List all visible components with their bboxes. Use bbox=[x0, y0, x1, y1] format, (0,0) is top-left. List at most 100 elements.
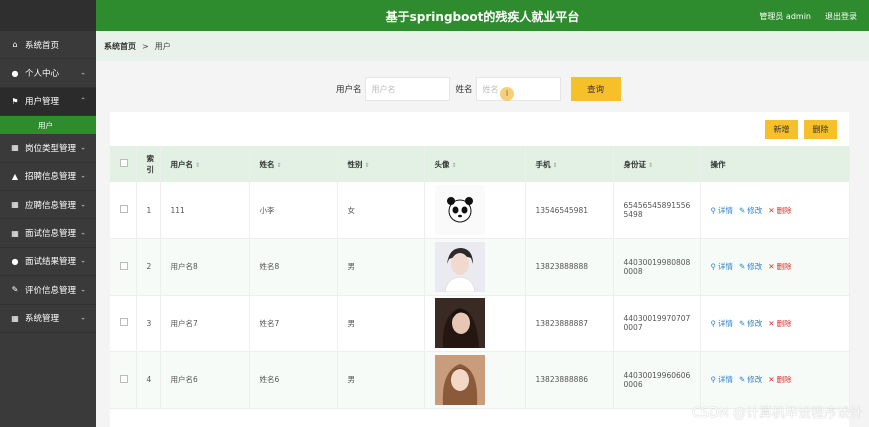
row-checkbox[interactable] bbox=[120, 261, 128, 270]
username-search-input[interactable] bbox=[364, 77, 450, 101]
grid-icon: ▦ bbox=[11, 313, 19, 323]
sidebar-item-applications[interactable]: ▦ 应聘信息管理 ⌄ bbox=[0, 191, 96, 220]
sidebar-item-label: 系统管理 bbox=[25, 314, 60, 325]
avatar-photo-icon bbox=[434, 241, 485, 292]
row-checkbox[interactable] bbox=[120, 374, 128, 383]
table-actions: 新增 删除 bbox=[765, 120, 837, 139]
column-header-idcard[interactable]: 身份证 ⇕ bbox=[613, 146, 701, 182]
cell-idcard: 440300199808080008 bbox=[613, 238, 701, 296]
close-icon: ✕ bbox=[768, 375, 775, 385]
detail-button[interactable]: ⚲ 详情 bbox=[711, 262, 734, 271]
sidebar: ⌂ 系统首页 ● 个人中心 ⌄ ⚑ 用户管理 ⌃ 用户 ▦ 岗位类型管理 ⌄ ▲ 招聘信息管理 ⌄… bbox=[0, 0, 96, 427]
sidebar-item-label: 评价信息管理 bbox=[25, 285, 77, 296]
grid-icon: ▦ bbox=[11, 200, 19, 210]
detail-button[interactable]: ⚲ 详情 bbox=[711, 319, 734, 328]
sidebar-subitem-users[interactable]: 用户 bbox=[0, 116, 96, 135]
sidebar-item-reviews[interactable]: ✎ 评价信息管理 ⌄ bbox=[0, 276, 96, 305]
cell-index: 2 bbox=[136, 238, 161, 296]
column-header-index: 索引 bbox=[136, 146, 161, 182]
search-button[interactable]: 查询 bbox=[570, 77, 621, 101]
cell-gender: 男 bbox=[337, 238, 425, 296]
cell-phone: 13823888888 bbox=[525, 238, 614, 296]
breadcrumb: 系统首页 > 用户 bbox=[96, 31, 869, 61]
home-icon: ⌂ bbox=[12, 40, 18, 50]
cell-index: 4 bbox=[136, 351, 161, 409]
sidebar-item-system[interactable]: ▦ 系统管理 ⌄ bbox=[0, 305, 96, 333]
breadcrumb-home[interactable]: 系统首页 bbox=[104, 41, 136, 52]
cell-gender: 男 bbox=[337, 351, 425, 409]
search-icon: ⚲ bbox=[710, 318, 717, 328]
user-table: 索引 用户名 ⇕ 姓名 ⇕ 性别 ⇕ 头像 ⇕ 手机 ⇕ 身份证 ⇕ 操作 1 111 小李… bbox=[110, 146, 850, 409]
table-row: 3 用户名7 姓名7 男 13823888887 440300199707070… bbox=[110, 295, 850, 352]
row-checkbox[interactable] bbox=[120, 318, 128, 327]
sort-icon[interactable]: ⇕ bbox=[452, 162, 457, 169]
delete-button[interactable]: ✕ 删除 bbox=[768, 319, 791, 328]
pencil-icon: ✎ bbox=[739, 375, 746, 385]
delete-button[interactable]: ✕ 删除 bbox=[768, 262, 791, 271]
table-header-row: 索引 用户名 ⇕ 姓名 ⇕ 性别 ⇕ 头像 ⇕ 手机 ⇕ 身份证 ⇕ 操作 bbox=[110, 146, 850, 182]
edit-button[interactable]: ✎ 修改 bbox=[739, 262, 762, 271]
sidebar-item-user-management[interactable]: ⚑ 用户管理 ⌃ bbox=[0, 87, 96, 117]
column-header-phone[interactable]: 手机 ⇕ bbox=[525, 146, 614, 182]
logout-link[interactable]: 退出登录 bbox=[825, 11, 857, 22]
avatar-photo-icon bbox=[434, 298, 485, 349]
sidebar-item-label: 系统首页 bbox=[25, 40, 60, 51]
column-header-name[interactable]: 姓名 ⇕ bbox=[249, 146, 338, 182]
user-icon: ● bbox=[11, 256, 19, 266]
cell-phone: 13823888886 bbox=[525, 351, 614, 409]
search-icon: ⚲ bbox=[710, 262, 717, 272]
delete-button[interactable]: ✕ 删除 bbox=[768, 375, 791, 384]
edit-button[interactable]: ✎ 修改 bbox=[739, 375, 762, 384]
cell-phone: 13546545981 bbox=[525, 182, 614, 239]
row-checkbox[interactable] bbox=[120, 205, 128, 213]
add-button[interactable]: 新增 bbox=[765, 120, 798, 139]
batch-delete-button[interactable]: 删除 bbox=[804, 120, 837, 139]
cell-idcard: 440300199606060006 bbox=[613, 351, 701, 409]
detail-button[interactable]: ⚲ 详情 bbox=[711, 206, 734, 215]
cell-name: 姓名6 bbox=[249, 351, 338, 409]
user-table-panel: 新增 删除 索引 用户名 ⇕ 姓名 ⇕ 性别 ⇕ 头像 ⇕ 手机 ⇕ 身份证 ⇕ 操作 bbox=[110, 112, 850, 427]
table-row: 4 用户名6 姓名6 男 13823888886 440300199606060… bbox=[110, 351, 850, 409]
sidebar-item-profile[interactable]: ● 个人中心 ⌄ bbox=[0, 59, 96, 88]
sidebar-item-interview-results[interactable]: ● 面试结果管理 ⌄ bbox=[0, 248, 96, 277]
sort-icon[interactable]: ⇕ bbox=[195, 162, 200, 169]
close-icon: ✕ bbox=[768, 205, 775, 215]
sort-icon[interactable]: ⇕ bbox=[365, 162, 370, 169]
grid-icon: ▦ bbox=[11, 228, 19, 238]
sidebar-item-recruit[interactable]: ▲ 招聘信息管理 ⌄ bbox=[0, 163, 96, 191]
column-header-gender[interactable]: 性别 ⇕ bbox=[337, 146, 425, 182]
sidebar-item-job-types[interactable]: ▦ 岗位类型管理 ⌄ bbox=[0, 134, 96, 163]
cell-name: 小李 bbox=[249, 182, 338, 239]
select-all-checkbox-cell[interactable] bbox=[110, 146, 137, 182]
sort-icon[interactable]: ⇕ bbox=[277, 162, 282, 169]
sidebar-item-interviews[interactable]: ▦ 面试信息管理 ⌄ bbox=[0, 219, 96, 248]
sort-icon[interactable]: ⇕ bbox=[648, 162, 653, 169]
edit-icon: ✎ bbox=[11, 285, 19, 295]
close-icon: ✕ bbox=[768, 262, 775, 272]
name-search-input[interactable] bbox=[475, 77, 561, 101]
edit-button[interactable]: ✎ 修改 bbox=[739, 319, 762, 328]
cell-username: 111 bbox=[160, 182, 250, 239]
pencil-icon: ✎ bbox=[739, 318, 746, 328]
column-header-avatar[interactable]: 头像 ⇕ bbox=[424, 146, 526, 182]
sidebar-item-home[interactable]: ⌂ 系统首页 bbox=[0, 31, 96, 60]
table-row: 1 111 小李 女 13546545981 65456545891556549… bbox=[110, 182, 850, 239]
admin-label: 管理员 admin bbox=[759, 12, 811, 21]
cell-index: 1 bbox=[136, 182, 161, 239]
chevron-down-icon: ⌄ bbox=[80, 313, 86, 322]
chevron-down-icon: ⌄ bbox=[80, 200, 86, 209]
chevron-down-icon: ⌄ bbox=[80, 143, 86, 152]
top-header: 基于springboot的残疾人就业平台 管理员 admin 退出登录 bbox=[96, 0, 869, 31]
select-all-checkbox[interactable] bbox=[120, 159, 128, 167]
avatar-photo-icon bbox=[434, 354, 485, 405]
sidebar-item-label: 用户管理 bbox=[25, 97, 60, 108]
cell-name: 姓名8 bbox=[249, 238, 338, 296]
sort-icon[interactable]: ⇕ bbox=[553, 162, 558, 169]
column-header-username[interactable]: 用户名 ⇕ bbox=[160, 146, 250, 182]
detail-button[interactable]: ⚲ 详情 bbox=[711, 375, 734, 384]
pencil-icon: ✎ bbox=[739, 205, 746, 215]
user-icon: ● bbox=[11, 68, 19, 78]
edit-button[interactable]: ✎ 修改 bbox=[739, 206, 762, 215]
sidebar-item-label: 招聘信息管理 bbox=[25, 172, 77, 183]
delete-button[interactable]: ✕ 删除 bbox=[768, 206, 791, 215]
